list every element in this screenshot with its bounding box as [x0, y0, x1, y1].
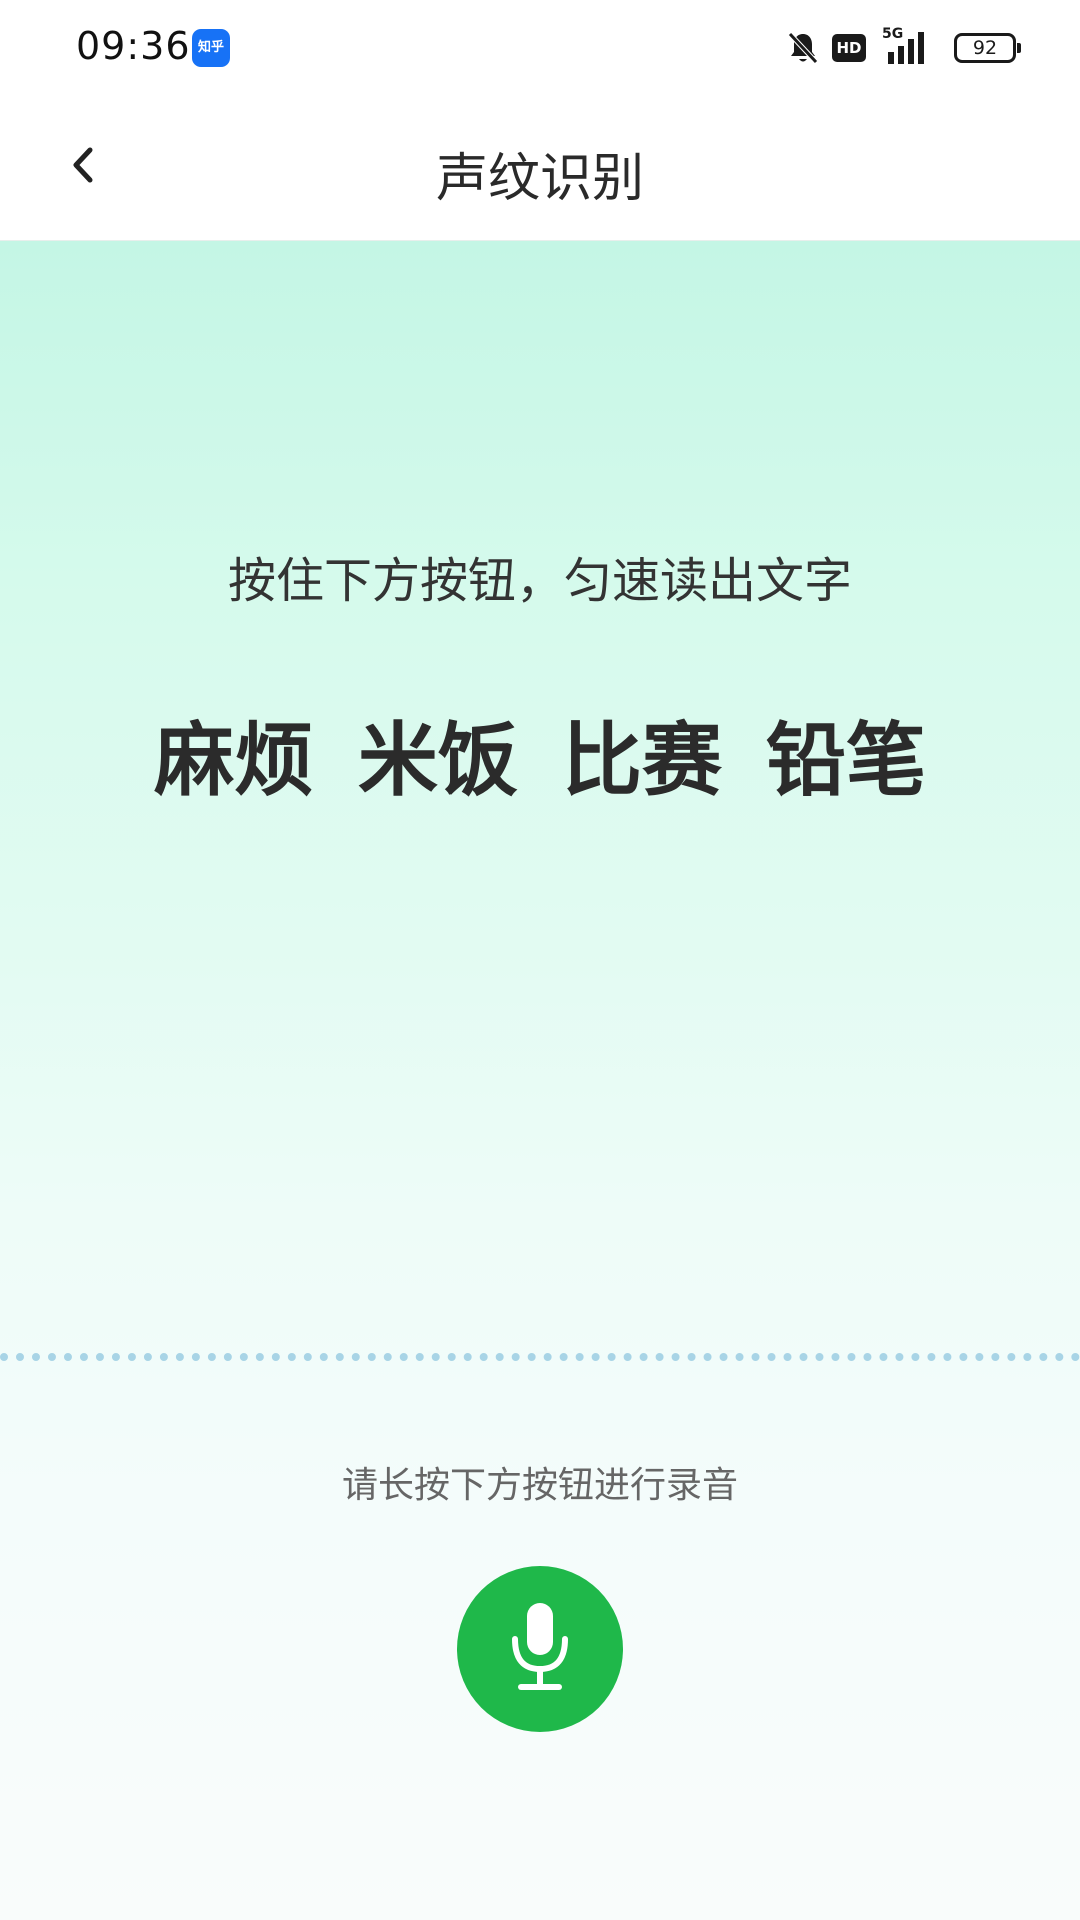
battery-level: 92 — [972, 37, 998, 59]
dotted-divider — [0, 1353, 1080, 1361]
status-bar: 09:36 知乎 HD 5G 92 — [0, 0, 1080, 96]
word-item: 麻烦 — [154, 714, 314, 807]
words-to-read: 麻烦 米饭 比赛 铅笔 — [0, 696, 1080, 812]
word-item: 米饭 — [358, 714, 518, 807]
record-hint: 请长按下方按钮进行录音 — [341, 1465, 738, 1506]
voiceprint-content: 按住下方按钮，匀速读出文字 麻烦 米饭 比赛 铅笔 请长按下方按钮进行录音 — [0, 241, 1080, 1920]
zhihu-app-icon: 知乎 — [192, 29, 230, 67]
microphone-icon — [505, 1599, 575, 1699]
signal-5g-icon: 5G — [878, 26, 930, 66]
hd-badge: HD — [832, 34, 866, 62]
title-bar: 声纹识别 — [0, 96, 1080, 241]
status-time: 09:36 — [76, 24, 191, 68]
word-item: 比赛 — [562, 714, 722, 807]
reading-instruction: 按住下方按钮，匀速读出文字 — [227, 553, 852, 609]
word-item: 铅笔 — [766, 714, 926, 807]
bell-muted-icon — [786, 30, 820, 66]
page-title: 声纹识别 — [435, 149, 644, 209]
status-icons: HD 5G 92 — [786, 26, 1021, 70]
record-button[interactable] — [457, 1566, 623, 1732]
battery-icon: 92 — [954, 33, 1021, 63]
voiceprint-screen: 09:36 知乎 HD 5G 92 声纹识别 按住下方按钮，匀速读出文字 麻烦 … — [0, 0, 1080, 1920]
